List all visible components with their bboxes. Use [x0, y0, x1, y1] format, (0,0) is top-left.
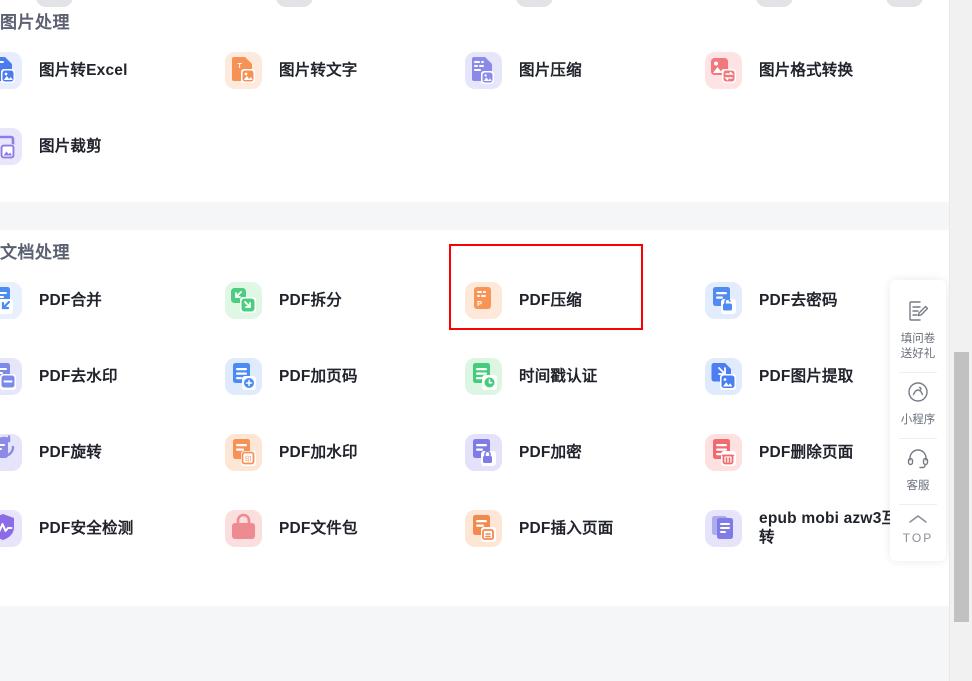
pdf-remove-mark-icon: [0, 357, 22, 395]
tool-label: PDF加页码: [279, 367, 358, 385]
image-format-icon: [705, 51, 742, 89]
pdf-insert-page-icon: [465, 509, 502, 547]
pdf-extract-image-icon: [705, 357, 742, 395]
side-widget-label: 客服: [906, 480, 930, 492]
miniprogram-icon: [906, 380, 930, 409]
pdf-unlock-icon: [705, 281, 742, 319]
tool-item-image-crop[interactable]: 图片裁剪: [0, 108, 225, 184]
pdf-security-icon: [0, 509, 22, 547]
pdf-encrypt-icon: [465, 433, 502, 471]
tool-grid-image-processing: 图片转Excel T 图片转文字 图片压缩 图片格式转换图片裁剪: [0, 32, 950, 184]
tool-label: epub mobi azw3互转: [759, 510, 898, 546]
tool-label: PDF加水印: [279, 443, 358, 461]
pdf-split-icon: [225, 281, 262, 319]
page-content: 图片处理 图片转Excel T 图片转文字 图片压缩 图片格式转换图片裁剪 文档处理 P…: [0, 0, 950, 606]
tool-item-pdf-page-number[interactable]: PDF加页码: [225, 338, 465, 414]
cut-off-icon: [276, 0, 313, 7]
tool-item-pdf-watermark[interactable]: 印 PDF加水印: [225, 414, 465, 490]
cut-off-icon: [36, 0, 73, 7]
tool-label: PDF去水印: [39, 367, 118, 385]
tool-label: PDF文件包: [279, 519, 358, 537]
tool-label: PDF旋转: [39, 443, 103, 461]
ebook-convert-icon: [705, 509, 742, 547]
pdf-compress-icon: P: [465, 281, 502, 319]
tool-label: PDF压缩: [519, 291, 583, 309]
floating-side-widget: 填问卷 送好礼小程序客服 TOP: [890, 280, 946, 561]
image-crop-icon: [0, 127, 22, 165]
tool-label: PDF去密码: [759, 291, 838, 309]
svg-text:P: P: [477, 299, 482, 308]
image-to-excel-icon: [0, 51, 22, 89]
cut-off-icon: [756, 0, 793, 7]
timestamp-icon: [465, 357, 502, 395]
side-widget-item-support[interactable]: 客服: [890, 439, 946, 504]
section-title-document-processing: 文档处理: [0, 243, 70, 262]
tool-item-pdf-compress[interactable]: P PDF压缩: [449, 244, 705, 338]
tool-item-pdf-package[interactable]: PDF文件包: [225, 490, 465, 566]
tool-label: PDF安全检测: [39, 519, 134, 537]
pdf-watermark-icon: 印: [225, 433, 262, 471]
cut-off-icon: [516, 0, 553, 7]
pdf-merge-icon: [0, 281, 22, 319]
tool-item-image-to-excel[interactable]: 图片转Excel: [0, 32, 225, 108]
tool-item-timestamp[interactable]: 时间戳认证: [465, 338, 705, 414]
side-widget-item-survey[interactable]: 填问卷 送好礼: [890, 292, 946, 372]
pdf-package-icon: [225, 509, 262, 547]
tool-label: PDF拆分: [279, 291, 343, 309]
tool-item-pdf-merge[interactable]: PDF合并: [0, 262, 225, 338]
tool-label: 图片裁剪: [39, 137, 102, 155]
tool-label: PDF删除页面: [759, 443, 854, 461]
section-image-processing: 图片处理 图片转Excel T 图片转文字 图片压缩 图片格式转换图片裁剪: [0, 0, 950, 202]
image-to-text-icon: T: [225, 51, 262, 89]
tool-label: 图片转Excel: [39, 61, 128, 79]
svg-text:印: 印: [245, 455, 252, 463]
headset-icon: [906, 446, 930, 475]
side-widget-label: 小程序: [900, 414, 936, 426]
tool-label: PDF加密: [519, 443, 583, 461]
section-divider: [0, 202, 950, 230]
browser-viewport: 图片处理 图片转Excel T 图片转文字 图片压缩 图片格式转换图片裁剪 文档处理 P…: [0, 0, 972, 681]
tool-item-pdf-rotate[interactable]: PDF旋转: [0, 414, 225, 490]
image-compress-icon: [465, 51, 502, 89]
tool-grid-document-processing: PDF合并 PDF拆分 P PDF压缩 PDF去密码 PDF去水印 PDF加页码 时间戳认证 P…: [0, 244, 950, 566]
tool-item-image-compress[interactable]: 图片压缩: [465, 32, 705, 108]
section-document-processing: 文档处理 PDF合并 PDF拆分 P PDF压缩 PDF去密码 PDF去水印 PDF加页码 时…: [0, 230, 950, 606]
svg-text:T: T: [238, 63, 243, 70]
side-widget-label: 填问卷 送好礼: [900, 333, 936, 360]
tool-label: 图片压缩: [519, 61, 582, 79]
vertical-scrollbar-track[interactable]: [950, 0, 972, 681]
cut-off-row-above: [0, 0, 950, 7]
tool-item-pdf-remove-mark[interactable]: PDF去水印: [0, 338, 225, 414]
tool-label: PDF图片提取: [759, 367, 854, 385]
tool-item-pdf-encrypt[interactable]: PDF加密: [465, 414, 705, 490]
tool-label: PDF合并: [39, 291, 103, 309]
tool-item-image-to-text[interactable]: T 图片转文字: [225, 32, 465, 108]
side-widget-item-top[interactable]: TOP: [890, 505, 946, 555]
tool-label: PDF插入页面: [519, 519, 614, 537]
pdf-delete-page-icon: [705, 433, 742, 471]
cut-off-icon: [886, 0, 923, 7]
tool-item-pdf-split[interactable]: PDF拆分: [225, 262, 465, 338]
pdf-rotate-icon: [0, 433, 22, 471]
section-title-image-processing: 图片处理: [0, 13, 70, 32]
tool-label: 图片格式转换: [759, 61, 854, 79]
survey-pen-icon: [906, 299, 930, 328]
pdf-page-number-icon: [225, 357, 262, 395]
side-widget-label: TOP: [902, 531, 934, 545]
tool-item-pdf-insert-page[interactable]: PDF插入页面: [465, 490, 705, 566]
tool-item-pdf-security[interactable]: PDF安全检测: [0, 490, 225, 566]
tool-label: 图片转文字: [279, 61, 358, 79]
vertical-scrollbar-thumb[interactable]: [954, 352, 969, 622]
tool-item-image-format[interactable]: 图片格式转换: [705, 32, 945, 108]
tool-label: 时间戳认证: [519, 367, 598, 385]
chevron-up-icon: [905, 512, 931, 530]
side-widget-item-miniapp[interactable]: 小程序: [890, 373, 946, 438]
